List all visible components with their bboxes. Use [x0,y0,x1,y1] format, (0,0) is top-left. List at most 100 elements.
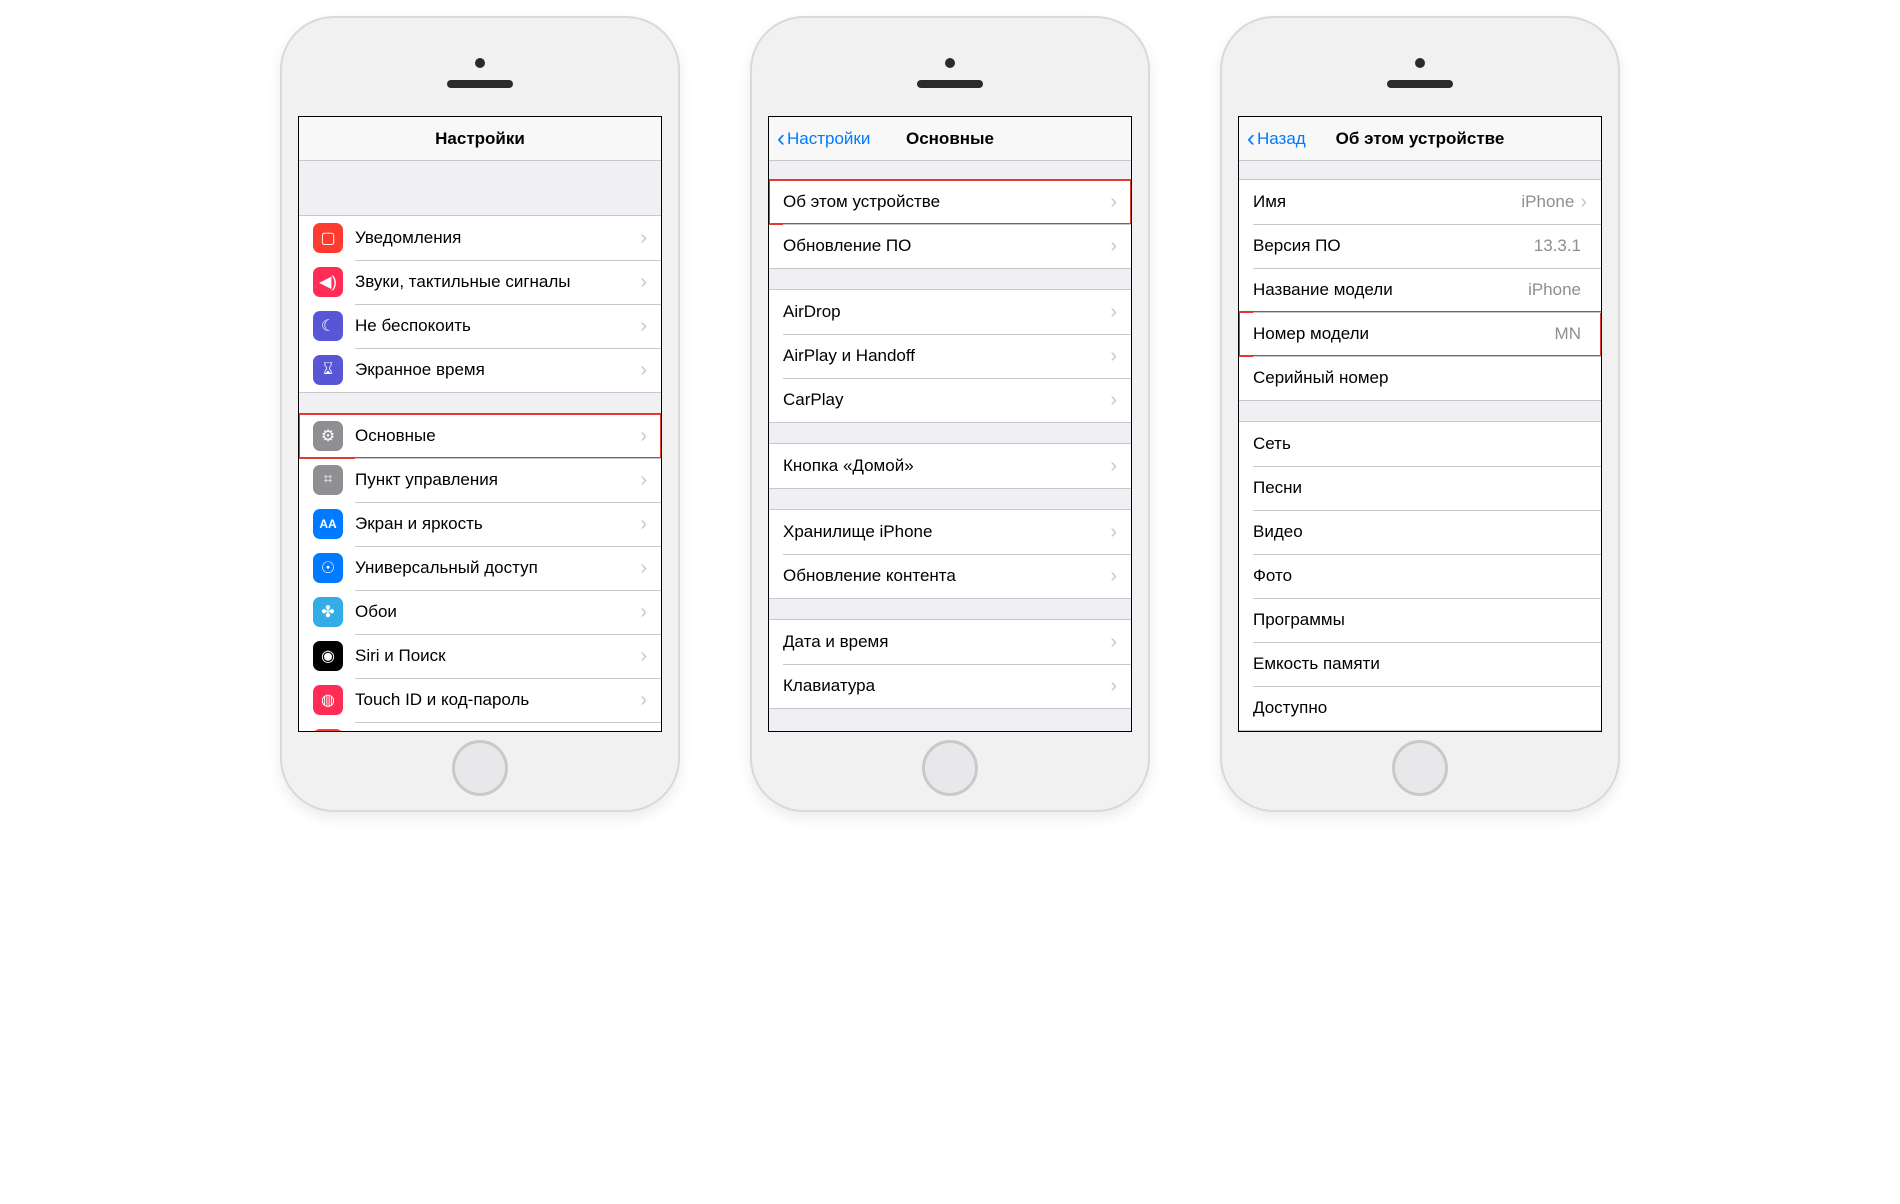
list-item[interactable]: Хранилище iPhone› [769,510,1131,554]
row-value: 13.3.1 [1534,236,1581,256]
home-button[interactable] [1392,740,1448,796]
chevron-right-icon: › [640,601,647,624]
siri-icon: ◉ [313,641,343,671]
switches-icon: ⌗ [313,465,343,495]
row-label: Экран и яркость [355,514,640,534]
about-list[interactable]: ИмяiPhone›Версия ПО13.3.1Название модели… [1239,161,1601,731]
list-item[interactable]: ☾Не беспокоить› [299,304,661,348]
screen-settings: Настройки ▢Уведомления› ◀︎) Звуки, тактиль… [298,116,662,732]
general-list[interactable]: Об этом устройстве›Обновление ПО› AirDro… [769,161,1131,731]
row-label: Кнопка «Домой» [783,456,1110,476]
page-title: Основные [906,129,994,149]
list-item[interactable]: ◉ Siri и Поиск› [299,634,661,678]
list-item[interactable]: AirPlay и Handoff› [769,334,1131,378]
speaker-slot [1387,80,1453,88]
speaker-slot [447,80,513,88]
row-label: Siri и Поиск [355,646,640,666]
home-button[interactable] [922,740,978,796]
list-item[interactable]: Емкость памяти [1239,642,1601,686]
list-item[interactable]: Об этом устройстве› [769,180,1131,224]
list-item[interactable]: Фото [1239,554,1601,598]
back-button[interactable]: ‹ Настройки [777,117,870,161]
list-item[interactable]: ⚙ Основные› [299,414,661,458]
row-label: Песни [1253,478,1587,498]
screen-about: ‹ Назад Об этом устройстве ИмяiPhone›Вер… [1238,116,1602,732]
camera-dot [475,58,485,68]
list-item[interactable]: Клавиатура› [769,664,1131,708]
row-label: Программы [1253,610,1587,630]
list-item[interactable]: CarPlay› [769,378,1131,422]
navbar: Настройки [299,117,661,161]
group-media-counts: Сеть Песни ВидеоФото Программы Емкость памят… [1239,421,1601,731]
row-value: iPhone [1528,280,1581,300]
camera-dot [945,58,955,68]
list-item[interactable]: Сеть [1239,422,1601,466]
list-item[interactable]: ☉Универсальный доступ› [299,546,661,590]
row-label: AirPlay и Handoff [783,346,1110,366]
list-item[interactable]: ◀︎)Звуки, тактильные сигналы› [299,260,661,304]
row-label: Не беспокоить [355,316,640,336]
navbar: ‹ Назад Об этом устройстве [1239,117,1601,161]
row-label: Звуки, тактильные сигналы [355,272,640,292]
row-label: Основные [355,426,640,446]
chevron-right-icon: › [1110,301,1117,324]
chevron-right-icon: › [1110,521,1117,544]
home-button[interactable] [452,740,508,796]
list-item[interactable]: Песни [1239,466,1601,510]
list-item[interactable]: AAЭкран и яркость› [299,502,661,546]
list-item[interactable]: Обновление ПО› [769,224,1131,268]
list-item[interactable]: ⌛︎Экранное время› [299,348,661,392]
row-label: Доступно [1253,698,1587,718]
chevron-right-icon: › [640,469,647,492]
finger-icon: ◍ [313,685,343,715]
navbar: ‹ Настройки Основные [769,117,1131,161]
group-notifications: ▢Уведомления› ◀︎) Звуки, тактильные сигнал… [299,215,661,393]
list-item[interactable]: Номер моделиMN [1239,312,1601,356]
row-label: Версия ПО [1253,236,1534,256]
chevron-right-icon: › [1580,191,1587,214]
row-label: Сеть [1253,434,1587,454]
row-label: Экранное время [355,360,640,380]
list-item[interactable]: Серийный номер [1239,356,1601,400]
row-label: Серийный номер [1253,368,1587,388]
list-item[interactable]: ИмяiPhone› [1239,180,1601,224]
list-item[interactable]: AirDrop› [769,290,1131,334]
chevron-right-icon: › [1110,455,1117,478]
chevron-right-icon: › [1110,675,1117,698]
row-label: Клавиатура [783,676,1110,696]
row-label: Имя [1253,192,1521,212]
chevron-right-icon: › [1110,389,1117,412]
list-item[interactable]: Доступно [1239,686,1601,730]
list-item[interactable]: Название моделиiPhone [1239,268,1601,312]
row-label: CarPlay [783,390,1110,410]
row-label: Об этом устройстве [783,192,1110,212]
chevron-right-icon: › [640,425,647,448]
group-home: Кнопка «Домой»› [769,443,1131,489]
phone-mockup-settings: Настройки ▢Уведомления› ◀︎) Звуки, тактиль… [280,16,680,812]
sound-icon: ◀︎) [313,267,343,297]
back-button[interactable]: ‹ Назад [1247,117,1306,161]
gear-icon: ⚙ [313,421,343,451]
list-item[interactable]: ▢Уведомления› [299,216,661,260]
row-label: Обновление контента [783,566,1110,586]
list-item[interactable]: ⌗Пункт управления› [299,458,661,502]
row-label: AirDrop [783,302,1110,322]
chevron-right-icon: › [640,315,647,338]
chevron-right-icon: › [640,557,647,580]
list-item[interactable]: SOSЭкстренный вызов — SOS› [299,722,661,731]
settings-list[interactable]: ▢Уведомления› ◀︎) Звуки, тактильные сигнал… [299,161,661,731]
chevron-right-icon: › [640,645,647,668]
hourglass-icon: ⌛︎ [313,355,343,385]
list-item[interactable]: Видео [1239,510,1601,554]
list-item[interactable]: ✤Обои› [299,590,661,634]
row-label: Обновление ПО [783,236,1110,256]
list-item[interactable]: ◍Touch ID и код-пароль› [299,678,661,722]
group-general: ⚙Основные›⌗Пункт управления›AAЭкран и яр… [299,413,661,731]
list-item[interactable]: Версия ПО13.3.1 [1239,224,1601,268]
list-item[interactable]: Кнопка «Домой»› [769,444,1131,488]
list-item[interactable]: Обновление контента› [769,554,1131,598]
list-item[interactable]: Программы [1239,598,1601,642]
row-label: Хранилище iPhone [783,522,1110,542]
flower-icon: ✤ [313,597,343,627]
list-item[interactable]: Дата и время› [769,620,1131,664]
